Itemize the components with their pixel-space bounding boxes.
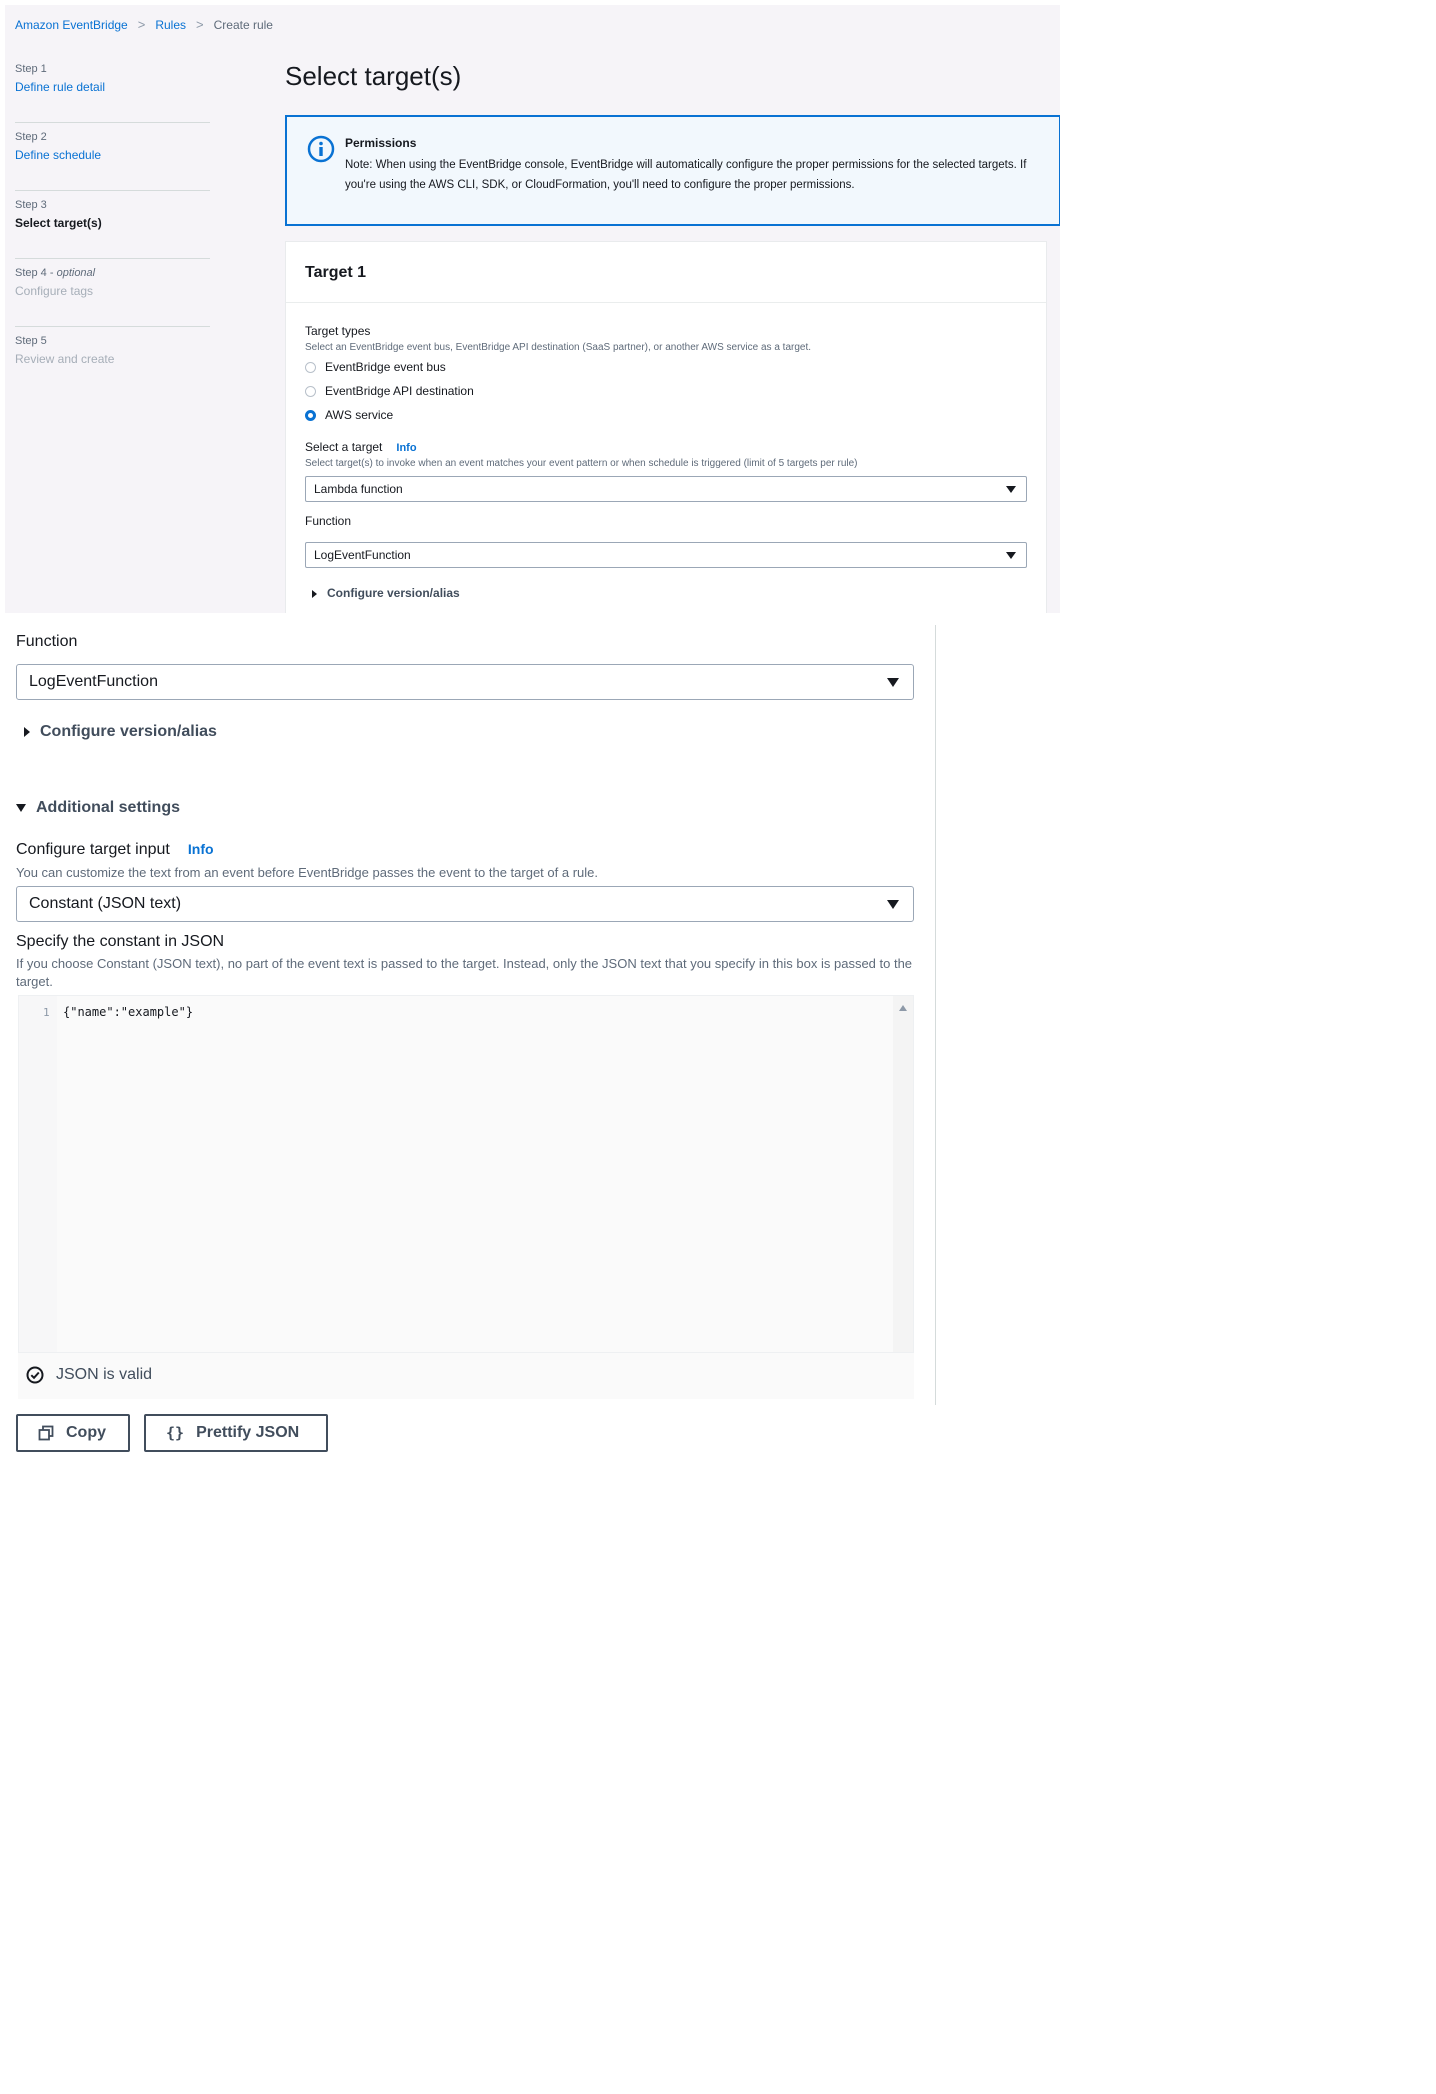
info-circle-icon [307, 135, 335, 163]
target-input-label-text: Configure target input [16, 841, 170, 858]
info-link[interactable]: Info [396, 442, 416, 454]
line-number: 1 [43, 1006, 50, 1019]
select-target-label: Select a target Info [305, 440, 417, 454]
json-constant-description: If you choose Constant (JSON text), no p… [16, 956, 913, 989]
additional-settings-expander[interactable]: Additional settings [16, 799, 180, 817]
target-input-value: Constant (JSON text) [29, 895, 182, 912]
target-input-label: Configure target input Info [16, 841, 214, 859]
select-target-description: Select target(s) to invoke when an event… [305, 458, 858, 469]
breadcrumb-create-rule: Create rule [213, 17, 273, 32]
json-validation-status: JSON is valid [26, 1366, 152, 1384]
zoom-function-label: Function [16, 633, 78, 650]
step-link-define-schedule[interactable]: Define schedule [15, 148, 210, 162]
step-number: Step 5 [15, 335, 47, 347]
step-configure-tags: Configure tags [15, 284, 94, 298]
radio-circle-icon[interactable] [305, 385, 316, 397]
step-number: Step 4 - optional [15, 267, 210, 279]
step-number-text: Step 4 - [15, 267, 57, 279]
target-select-value: Lambda function [314, 482, 403, 496]
target-title: Target 1 [305, 264, 367, 281]
radio-eventbridge-api-destination[interactable]: EventBridge API destination [305, 382, 474, 400]
configure-alias-expander[interactable]: Configure version/alias [312, 586, 460, 600]
info-link[interactable]: Info [188, 841, 214, 857]
editor-gutter [19, 996, 57, 1352]
alert-text: Note: When using the EventBridge console… [345, 159, 1027, 191]
page-title: Select target(s) [285, 61, 462, 91]
radio-selected-icon[interactable] [305, 409, 316, 421]
step-optional-label: optional [56, 267, 96, 279]
caret-right-icon [312, 589, 317, 598]
zoom-function-value: LogEventFunction [29, 673, 158, 690]
additional-settings-label: Additional settings [36, 799, 180, 816]
json-status-text: JSON is valid [56, 1366, 153, 1383]
zoom-configure-alias-label: Configure version/alias [40, 723, 217, 740]
select-target-label-text: Select a target [305, 440, 383, 454]
prettify-button-label: Prettify JSON [196, 1424, 300, 1441]
caret-down-icon [16, 803, 26, 812]
radio-label: EventBridge API destination [325, 384, 474, 398]
step-current-select-targets: Select target(s) [15, 216, 102, 230]
breadcrumb-eventbridge[interactable]: Amazon EventBridge [15, 18, 128, 32]
function-select-dropdown[interactable]: LogEventFunction [305, 542, 1027, 568]
scroll-up-icon[interactable] [899, 1005, 907, 1011]
wizard-step-3: Step 3 Select target(s) [15, 191, 210, 259]
target-input-description: You can customize the text from an event… [16, 865, 598, 880]
zoom-configure-alias-expander[interactable]: Configure version/alias [24, 723, 217, 741]
target-input-select[interactable]: Constant (JSON text) [16, 886, 914, 922]
permissions-alert: Permissions Note: When using the EventBr… [285, 115, 1060, 226]
radio-aws-service[interactable]: AWS service [305, 406, 393, 424]
configure-alias-label: Configure version/alias [327, 586, 460, 600]
caret-down-icon [887, 900, 899, 909]
copy-button-label: Copy [66, 1424, 106, 1441]
radio-label: EventBridge event bus [325, 360, 446, 374]
wizard-step-2: Step 2 Define schedule [15, 123, 210, 191]
target-types-description: Select an EventBridge event bus, EventBr… [305, 342, 812, 353]
wizard-step-1: Step 1 Define rule detail [15, 55, 210, 123]
chevron-right-icon: > [196, 17, 204, 32]
function-label: Function [305, 514, 352, 528]
target-types-label: Target types [305, 324, 371, 338]
alert-title: Permissions [345, 136, 417, 150]
divider [286, 302, 1046, 303]
zoom-function-select[interactable]: LogEventFunction [16, 664, 914, 700]
json-code-editor[interactable]: 1 {"name":"example"} [18, 995, 914, 1353]
target-select-dropdown[interactable]: Lambda function [305, 476, 1027, 502]
step-number: Step 1 [15, 63, 47, 75]
json-code-text[interactable]: {"name":"example"} [63, 1005, 193, 1019]
caret-right-icon [24, 726, 30, 737]
wizard-step-5: Step 5 Review and create [15, 327, 210, 395]
copy-icon [38, 1425, 54, 1441]
braces-icon: {} [166, 1424, 185, 1442]
wizard-step-4: Step 4 - optional Configure tags [15, 259, 210, 327]
panel-edge [935, 625, 955, 1405]
radio-circle-icon[interactable] [305, 361, 316, 373]
json-constant-label: Specify the constant in JSON [16, 933, 225, 950]
radio-label: AWS service [325, 408, 394, 422]
check-circle-icon [26, 1366, 44, 1384]
step-review-and-create: Review and create [15, 352, 115, 366]
caret-down-icon [887, 678, 899, 687]
step-number: Step 3 [15, 199, 47, 211]
editor-scrollbar[interactable] [893, 996, 913, 1352]
step-number: Step 2 [15, 131, 47, 143]
target-card: Target 1 Target types Select an EventBri… [285, 241, 1047, 613]
editor-status-bar: JSON is valid [18, 1353, 914, 1399]
wizard-steps: Step 1 Define rule detail Step 2 Define … [15, 55, 210, 395]
chevron-right-icon: > [137, 17, 146, 32]
breadcrumb-rules[interactable]: Rules [155, 18, 186, 32]
breadcrumb: Amazon EventBridge > Rules > Create rule [15, 17, 273, 32]
prettify-json-button[interactable]: {} Prettify JSON [144, 1414, 328, 1452]
copy-button[interactable]: Copy [16, 1414, 130, 1452]
radio-eventbridge-event-bus[interactable]: EventBridge event bus [305, 358, 446, 376]
caret-down-icon [1006, 552, 1016, 559]
function-select-value: LogEventFunction [314, 548, 411, 562]
step-link-define-rule-detail[interactable]: Define rule detail [15, 80, 210, 94]
caret-down-icon [1006, 486, 1016, 493]
console-screenshot-top: Amazon EventBridge > Rules > Create rule… [5, 5, 1060, 613]
